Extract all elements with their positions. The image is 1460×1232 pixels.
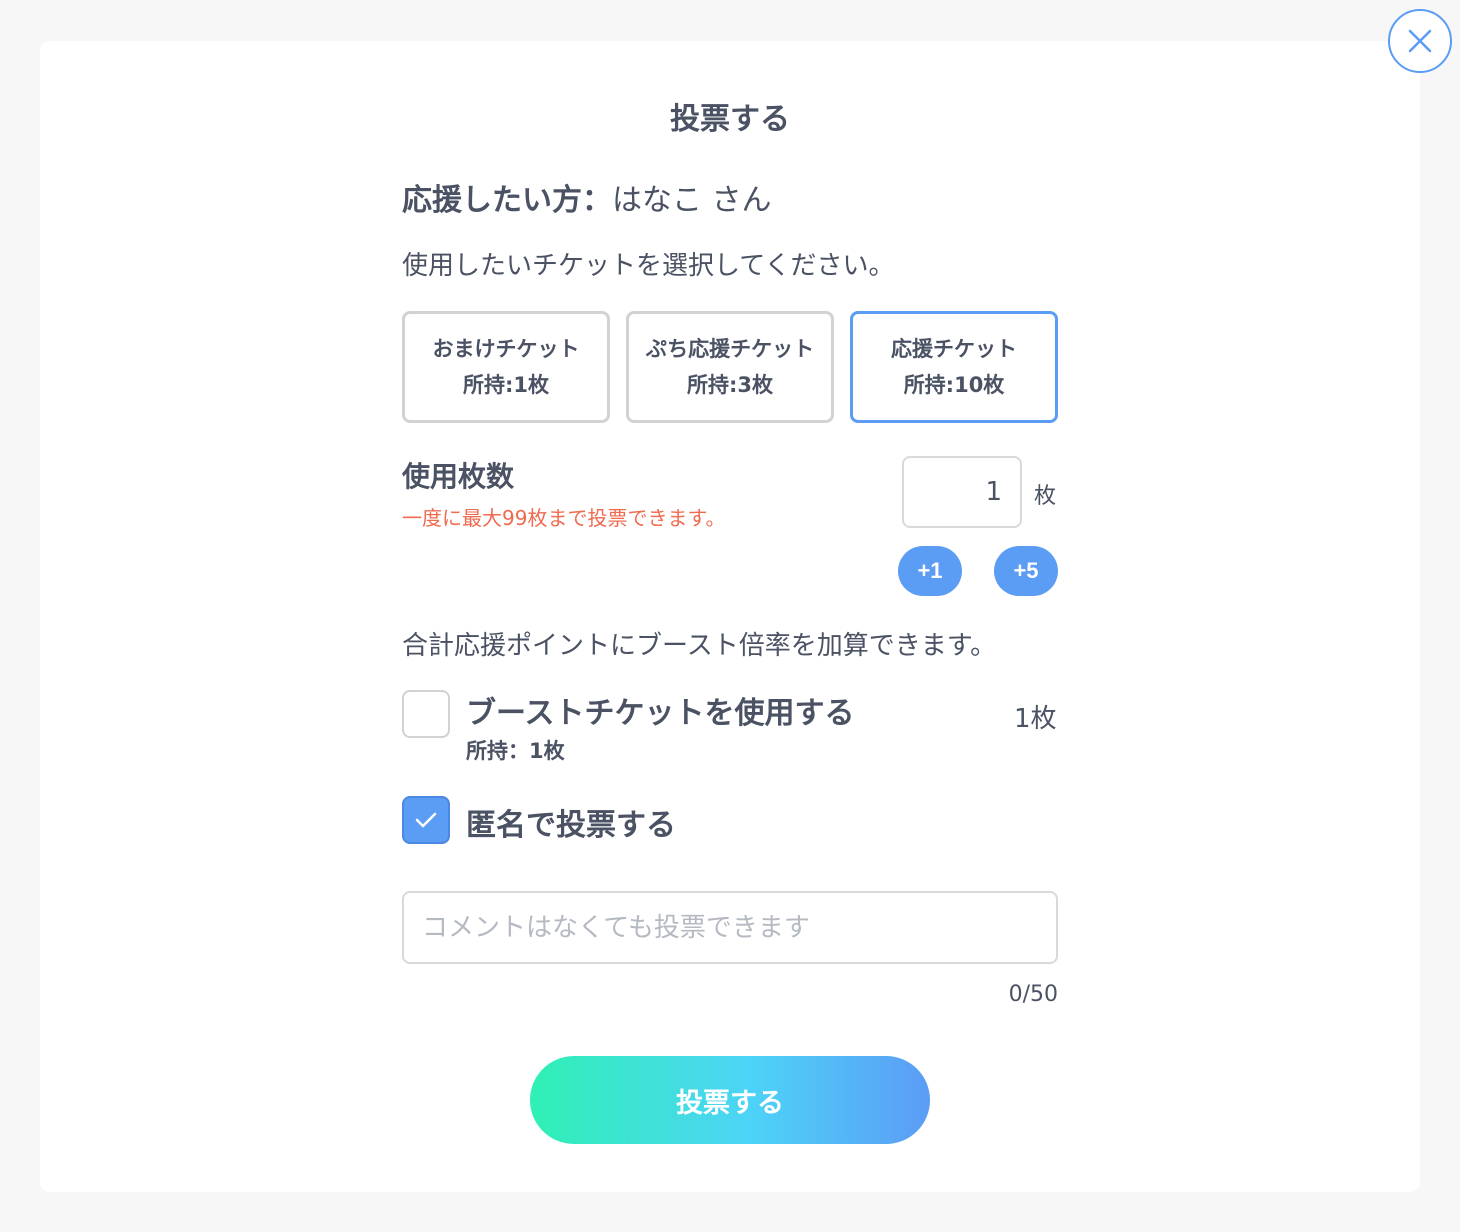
quantity-label: 使用枚数 [402, 460, 515, 493]
close-icon [1408, 29, 1432, 53]
boost-label[interactable]: ブーストチケットを使用する [466, 688, 855, 732]
ticket-option-omake[interactable]: おまけチケット 所持:1枚 [402, 311, 610, 423]
ticket-owned: 所持:1枚 [462, 373, 549, 397]
ticket-owned: 所持:3枚 [686, 373, 773, 397]
comment-char-counter: 0/50 [1008, 982, 1058, 1007]
ticket-instruction: 使用したいチケットを選択してください。 [402, 251, 895, 281]
quantity-unit: 枚 [1034, 484, 1057, 509]
anonymous-label[interactable]: 匿名で投票する [466, 800, 676, 844]
ticket-name: 応援チケット [891, 337, 1017, 361]
ticket-option-ouen[interactable]: 応援チケット 所持:10枚 [850, 311, 1058, 423]
ticket-name: ぷち応援チケット [645, 337, 815, 361]
supporter-line: 応援したい方：はなこ さん [402, 175, 772, 219]
quantity-limit-note: 一度に最大99枚まで投票できます。 [402, 506, 726, 530]
submit-vote-button[interactable]: 投票する [530, 1056, 930, 1144]
supporter-label: 応援したい方： [402, 183, 612, 218]
ticket-name: おまけチケット [432, 337, 580, 361]
modal-title: 投票する [670, 102, 790, 137]
ticket-option-puchi[interactable]: ぷち応援チケット 所持:3枚 [626, 311, 834, 423]
comment-input[interactable] [402, 891, 1058, 964]
boost-owned: 所持：1枚 [466, 739, 565, 763]
boost-checkbox[interactable] [402, 690, 450, 738]
check-icon [415, 812, 437, 828]
plus-five-button[interactable]: +5 [994, 546, 1058, 596]
quantity-input[interactable] [902, 456, 1022, 528]
supporter-name: はなこ さん [612, 183, 772, 218]
plus-one-button[interactable]: +1 [898, 546, 962, 596]
ticket-owned: 所持:10枚 [903, 373, 1005, 397]
boost-description: 合計応援ポイントにブースト倍率を加算できます。 [402, 631, 997, 661]
boost-count: 1枚 [1014, 704, 1057, 734]
close-button[interactable] [1388, 9, 1452, 73]
anonymous-checkbox[interactable] [402, 796, 450, 844]
